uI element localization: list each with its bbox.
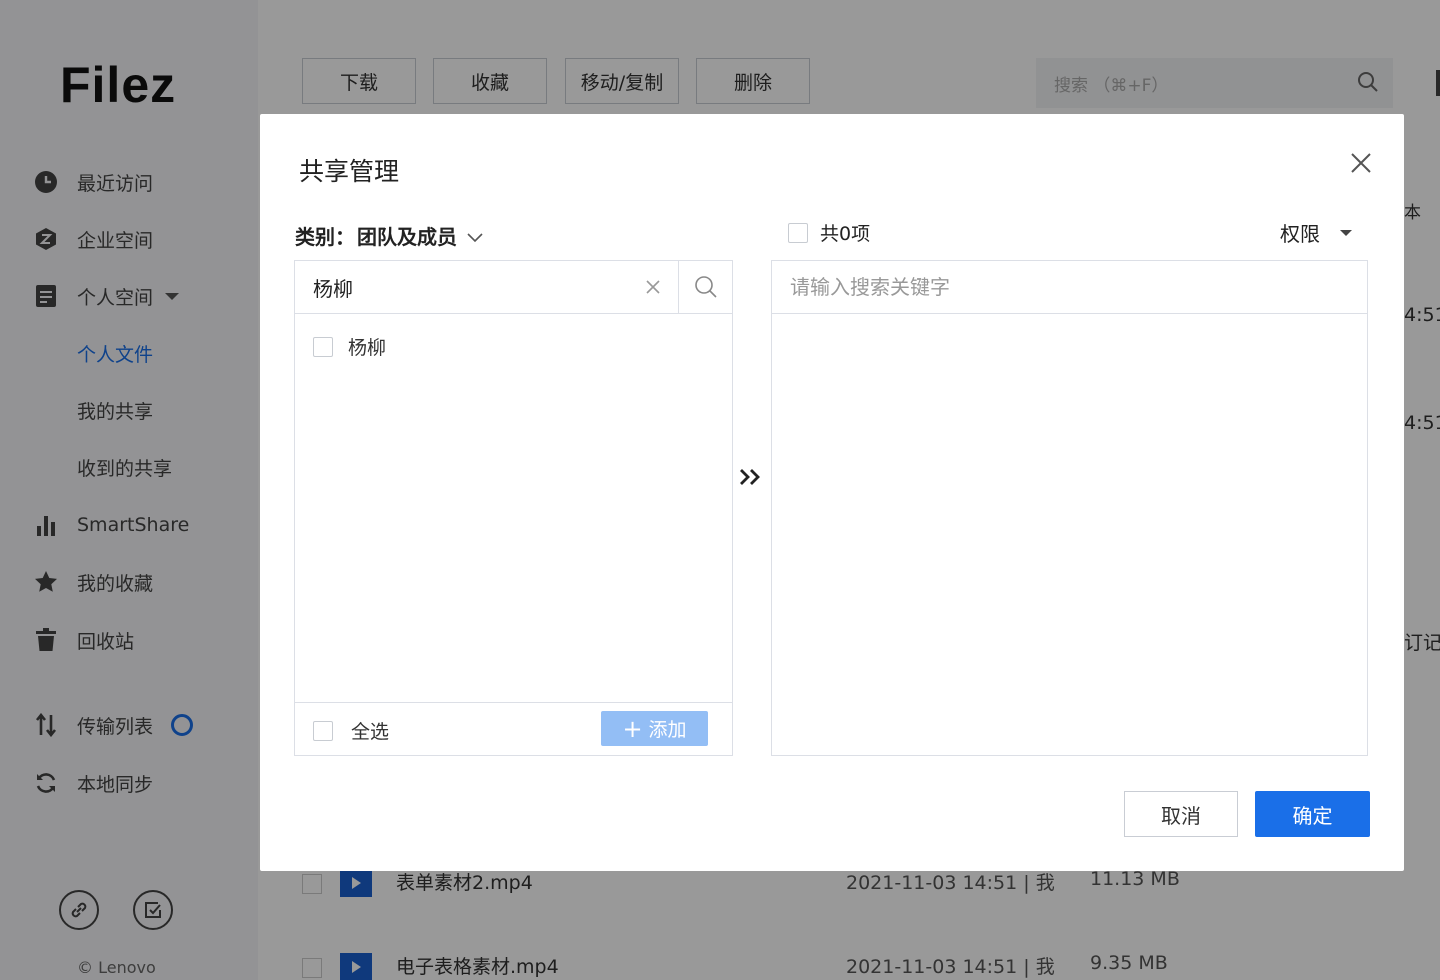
member-picker-panel: 杨柳 全选 + 添加: [294, 260, 733, 756]
selected-all-checkbox[interactable]: [788, 222, 808, 243]
picker-footer: 全选 + 添加: [295, 702, 732, 755]
selected-count: 共0项: [820, 223, 871, 245]
select-all-checkbox[interactable]: [313, 720, 333, 741]
member-search-row: [295, 261, 732, 314]
clear-icon[interactable]: [644, 278, 662, 296]
selected-members-panel: [771, 260, 1368, 756]
select-all-control[interactable]: 全选: [313, 717, 389, 744]
list-item[interactable]: 杨柳: [313, 333, 386, 360]
member-search-input[interactable]: [295, 261, 679, 313]
double-chevron-right-icon[interactable]: [738, 464, 764, 490]
select-all-label: 全选: [351, 721, 390, 743]
confirm-button[interactable]: 确定: [1255, 791, 1370, 837]
result-checkbox[interactable]: [313, 336, 333, 357]
selected-search-input[interactable]: [772, 261, 1367, 314]
chevron-down-icon: [467, 224, 483, 248]
add-button[interactable]: + 添加: [601, 711, 708, 746]
plus-icon: +: [622, 714, 643, 743]
category-selector[interactable]: 类别： 团队及成员: [295, 221, 483, 250]
category-label: 类别：: [295, 225, 355, 249]
cancel-button[interactable]: 取消: [1124, 791, 1238, 837]
share-management-dialog: 共享管理 类别： 团队及成员 杨柳 全选: [260, 114, 1404, 871]
permission-label: 权限: [1280, 222, 1320, 246]
close-icon[interactable]: [1348, 150, 1374, 176]
dialog-title: 共享管理: [299, 157, 400, 186]
result-name: 杨柳: [348, 337, 387, 359]
selected-summary: 共0项: [788, 219, 870, 246]
add-button-label: 添加: [648, 719, 687, 741]
category-value: 团队及成员: [357, 225, 457, 249]
permission-dropdown[interactable]: 权限: [1280, 218, 1352, 247]
search-icon[interactable]: [680, 261, 732, 313]
caret-down-icon: [1340, 229, 1352, 236]
